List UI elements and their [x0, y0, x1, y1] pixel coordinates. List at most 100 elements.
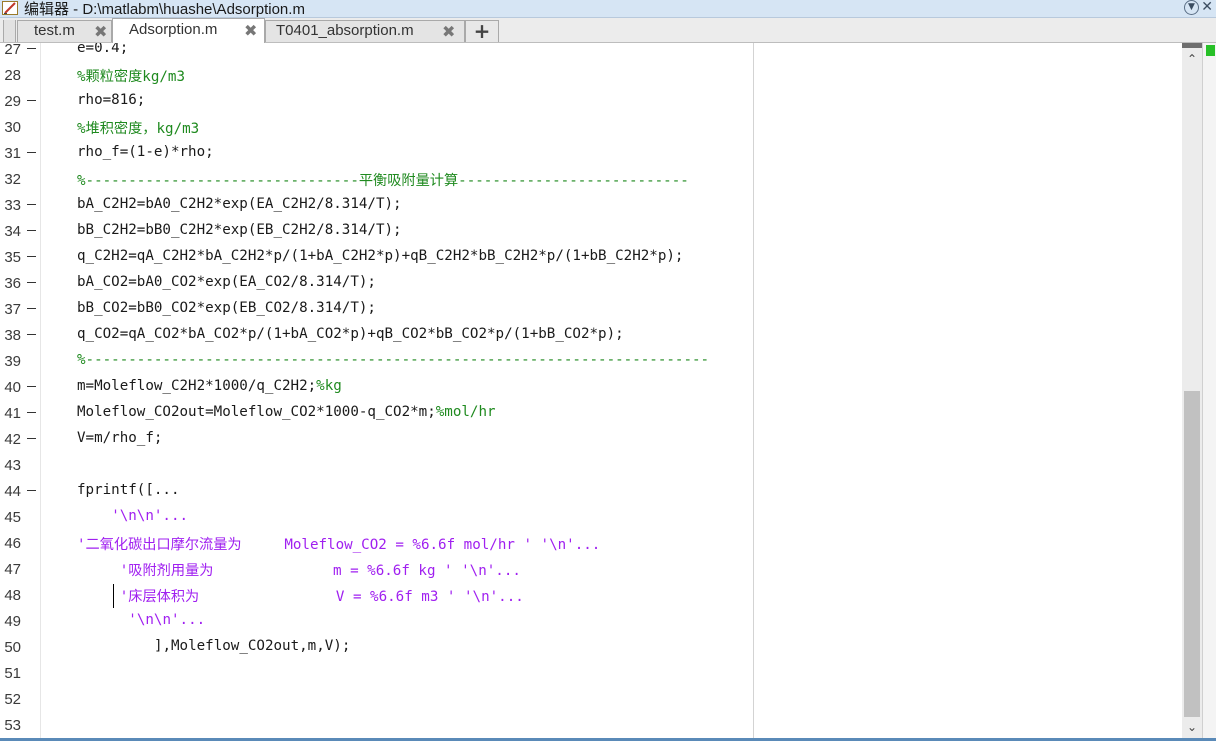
code-text: e=0.4;	[77, 43, 129, 56]
line-number[interactable]: 30	[1, 119, 21, 136]
line-number[interactable]: 48	[1, 587, 21, 604]
line-number[interactable]: 34	[1, 223, 21, 240]
code-line[interactable]: 27 e=0.4;	[0, 43, 1182, 62]
breakpoint-dash-icon[interactable]	[27, 490, 36, 491]
code-line[interactable]: 40 m=Moleflow_C2H2*1000/q_C2H2; %kg	[0, 374, 1182, 400]
line-number[interactable]: 40	[1, 379, 21, 396]
text-caret	[113, 584, 114, 608]
breakpoint-dash-icon[interactable]	[27, 48, 36, 49]
code-editor[interactable]: 27 e=0.4; 28 %颗粒密度kg/m3 29 rho=816; 30 %堆积密度，kg…	[0, 43, 1182, 741]
code-line[interactable]: 52	[0, 686, 1182, 712]
code-line[interactable]: 42 V=m/rho_f;	[0, 426, 1182, 452]
code-line[interactable]: 37 bB_CO2=bB0_CO2*exp(EB_CO2/8.314/T);	[0, 296, 1182, 322]
code-line[interactable]: 32 %--------------------------------平衡吸附量…	[0, 166, 1182, 192]
code-line[interactable]: 38 q_CO2=qA_CO2*bA_CO2*p/(1+bA_CO2*p)+qB_…	[0, 322, 1182, 348]
tab-close-icon[interactable]: ✖	[244, 21, 257, 41]
breakpoint-dash-icon[interactable]	[27, 230, 36, 231]
code-line[interactable]: 50],Moleflow_CO2out,m,V);	[0, 634, 1182, 660]
code-analyzer-strip	[1202, 43, 1216, 741]
code-text: q_C2H2=qA_C2H2*bA_C2H2*p/(1+bA_C2H2*p)+q…	[77, 248, 684, 264]
line-number[interactable]: 36	[1, 275, 21, 292]
code-line[interactable]: 45 '\n\n'...	[0, 504, 1182, 530]
close-icon[interactable]: ✕	[1201, 0, 1213, 15]
code-ok-indicator-icon[interactable]	[1206, 45, 1215, 56]
code-line[interactable]: 44 fprintf([...	[0, 478, 1182, 504]
line-number[interactable]: 33	[1, 197, 21, 214]
line-number[interactable]: 42	[1, 431, 21, 448]
chevron-down-circle-icon[interactable]: ▼	[1184, 0, 1199, 15]
line-number[interactable]: 47	[1, 561, 21, 578]
code-line[interactable]: 39 %-------------------------------------…	[0, 348, 1182, 374]
code-text: bB_CO2=bB0_CO2*exp(EB_CO2/8.314/T);	[77, 300, 376, 316]
code-comment: %颗粒密度kg/m3	[77, 69, 185, 85]
line-number[interactable]: 49	[1, 613, 21, 630]
code-line[interactable]: 46 '二氧化碳出口摩尔流量为 Moleflow_CO2 = %6.6f mol/…	[0, 530, 1182, 556]
tab-t0401-absorption-m[interactable]: T0401_absorption.m ✖	[265, 20, 465, 42]
line-number[interactable]: 27	[1, 43, 21, 58]
code-line[interactable]: 34 bB_C2H2=bB0_C2H2*exp(EB_C2H2/8.314/T);	[0, 218, 1182, 244]
line-number[interactable]: 39	[1, 353, 21, 370]
line-number[interactable]: 31	[1, 145, 21, 162]
scroll-down-icon[interactable]: ⌄	[1182, 719, 1202, 735]
code-line[interactable]: 35 q_C2H2=qA_C2H2*bA_C2H2*p/(1+bA_C2H2*p)…	[0, 244, 1182, 270]
line-number[interactable]: 29	[1, 93, 21, 110]
tab-label: test.m	[34, 22, 75, 39]
line-number[interactable]: 41	[1, 405, 21, 422]
code-string: '\n\n'...	[128, 612, 206, 628]
line-number[interactable]: 53	[1, 717, 21, 734]
window-titlebar: 编辑器 - D:\matlabm\huashe\Adsorption.m ▼ ✕	[0, 0, 1216, 18]
line-number[interactable]: 45	[1, 509, 21, 526]
scroll-up-icon[interactable]: ⌃	[1182, 51, 1202, 67]
code-text: q_CO2=qA_CO2*bA_CO2*p/(1+bA_CO2*p)+qB_CO…	[77, 326, 624, 342]
breakpoint-dash-icon[interactable]	[27, 204, 36, 205]
tab-scroll-handle[interactable]	[3, 20, 16, 42]
breakpoint-dash-icon[interactable]	[27, 308, 36, 309]
editor-split-handle[interactable]	[1182, 43, 1202, 48]
line-number[interactable]: 38	[1, 327, 21, 344]
tab-close-icon[interactable]: ✖	[442, 22, 455, 42]
line-number[interactable]: 35	[1, 249, 21, 266]
code-text: Moleflow_CO2out=Moleflow_CO2*1000-q_CO2*…	[77, 404, 436, 420]
tab-adsorption-m[interactable]: Adsorption.m ✖	[112, 18, 265, 43]
code-comment: %---------------------------------------…	[77, 352, 710, 368]
breakpoint-dash-icon[interactable]	[27, 100, 36, 101]
scrollbar-thumb[interactable]	[1184, 391, 1200, 717]
code-line[interactable]: 33 bA_C2H2=bA0_C2H2*exp(EA_C2H2/8.314/T);	[0, 192, 1182, 218]
breakpoint-dash-icon[interactable]	[27, 412, 36, 413]
line-number[interactable]: 32	[1, 171, 21, 188]
tab-test-m[interactable]: test.m ✖	[17, 20, 112, 42]
line-number[interactable]: 50	[1, 639, 21, 656]
code-line[interactable]: 29 rho=816;	[0, 88, 1182, 114]
code-line[interactable]: 47 '吸附剂用量为 m = %6.6f kg ' '\n'...	[0, 556, 1182, 582]
tab-close-icon[interactable]: ✖	[94, 22, 107, 42]
code-string: '二氧化碳出口摩尔流量为 Moleflow_CO2 = %6.6f mol/hr…	[77, 537, 601, 553]
code-comment: %堆积密度，kg/m3	[77, 121, 200, 137]
line-number[interactable]: 44	[1, 483, 21, 500]
line-number[interactable]: 51	[1, 665, 21, 682]
line-number[interactable]: 52	[1, 691, 21, 708]
code-line[interactable]: 48 '床层体积为 V = %6.6f m3 ' '\n'...	[0, 582, 1182, 608]
breakpoint-dash-icon[interactable]	[27, 386, 36, 387]
code-line[interactable]: 49 '\n\n'...	[0, 608, 1182, 634]
code-text: fprintf([...	[77, 482, 180, 498]
line-number[interactable]: 46	[1, 535, 21, 552]
breakpoint-dash-icon[interactable]	[27, 152, 36, 153]
line-number[interactable]: 28	[1, 67, 21, 84]
code-line[interactable]: 43	[0, 452, 1182, 478]
code-line[interactable]: 41 Moleflow_CO2out=Moleflow_CO2*1000-q_CO…	[0, 400, 1182, 426]
new-tab-button[interactable]: +	[465, 20, 499, 42]
breakpoint-dash-icon[interactable]	[27, 334, 36, 335]
code-line[interactable]: 31 rho_f=(1-e)*rho;	[0, 140, 1182, 166]
code-line[interactable]: 51	[0, 660, 1182, 686]
vertical-scrollbar[interactable]: ⌃ ⌄	[1182, 43, 1202, 741]
code-line[interactable]: 36 bA_CO2=bA0_CO2*exp(EA_CO2/8.314/T);	[0, 270, 1182, 296]
line-number[interactable]: 43	[1, 457, 21, 474]
code-line[interactable]: 28 %颗粒密度kg/m3	[0, 62, 1182, 88]
line-number[interactable]: 37	[1, 301, 21, 318]
code-text: bA_CO2=bA0_CO2*exp(EA_CO2/8.314/T);	[77, 274, 376, 290]
breakpoint-dash-icon[interactable]	[27, 438, 36, 439]
breakpoint-dash-icon[interactable]	[27, 282, 36, 283]
breakpoint-dash-icon[interactable]	[27, 256, 36, 257]
code-line[interactable]: 53	[0, 712, 1182, 738]
code-line[interactable]: 30 %堆积密度，kg/m3	[0, 114, 1182, 140]
